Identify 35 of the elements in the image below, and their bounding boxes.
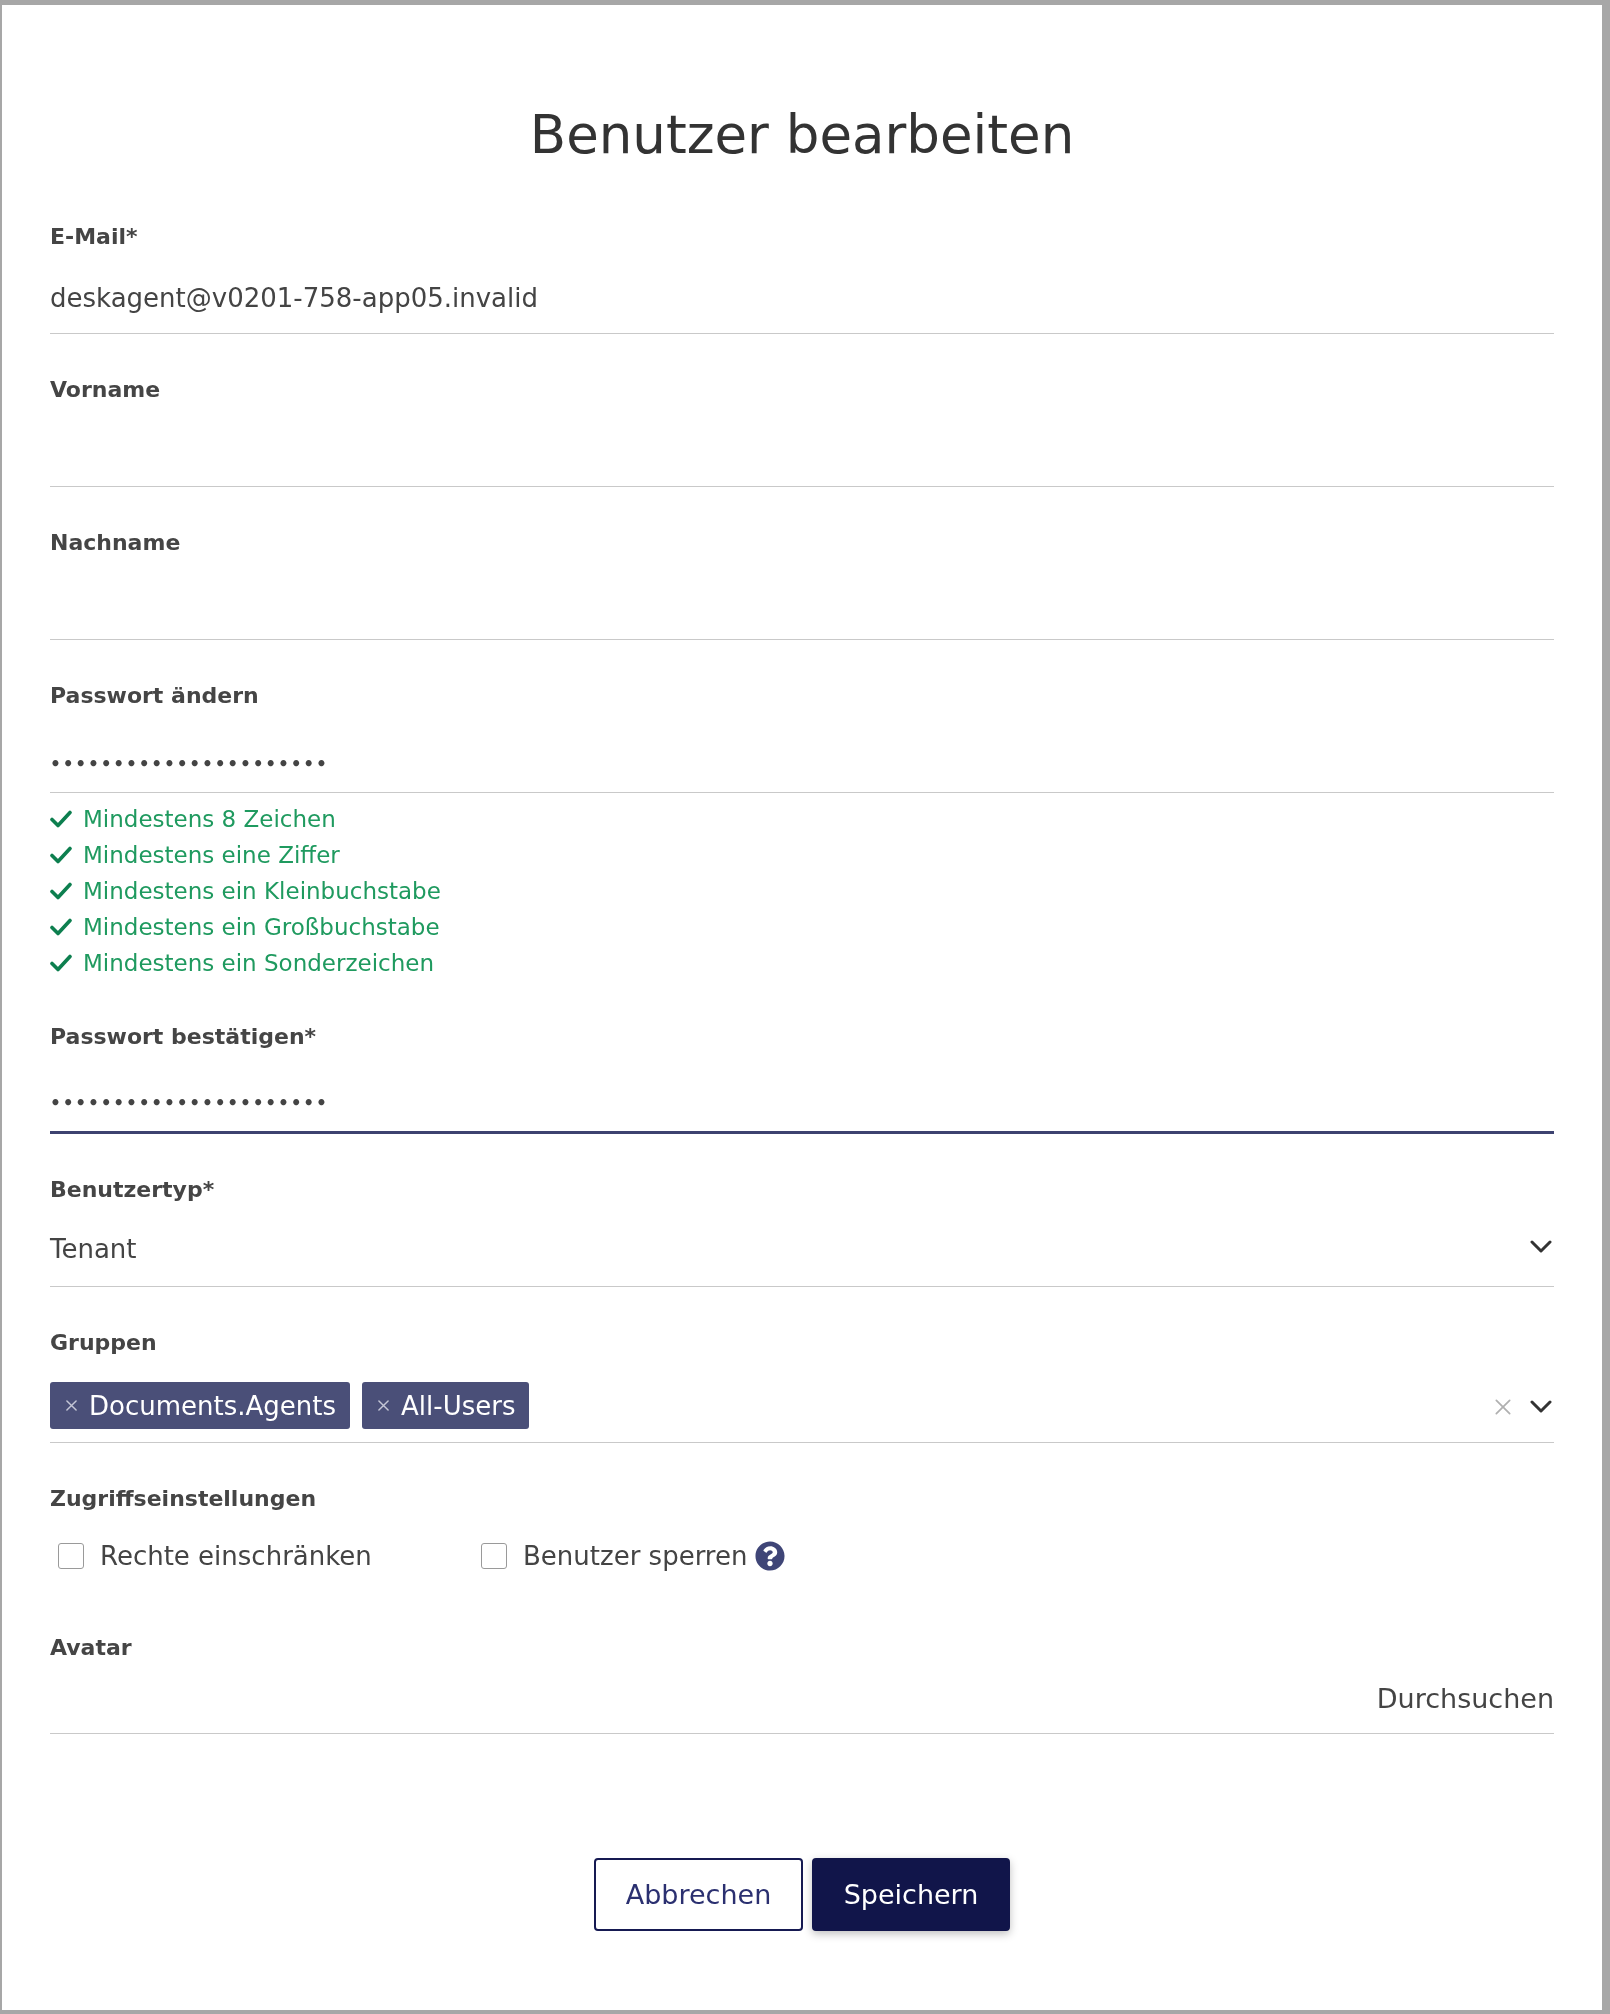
field-label: Passwort ändern — [50, 682, 259, 710]
cancel-button[interactable]: Abbrechen — [594, 1858, 803, 1931]
dropdown-field[interactable]: Tenant — [50, 1205, 1554, 1287]
group-chip[interactable]: Documents.Agents — [50, 1382, 350, 1429]
password-rule: Mindestens eine Ziffer — [83, 841, 340, 870]
browse-button[interactable]: Durchsuchen — [1376, 1682, 1554, 1716]
help-icon[interactable] — [755, 1541, 786, 1571]
checkbox[interactable] — [481, 1543, 507, 1569]
checkbox-label[interactable]: Benutzer sperren — [523, 1539, 748, 1573]
field-label: Benutzertyp* — [50, 1176, 215, 1204]
chevron-down-icon[interactable] — [1530, 1400, 1552, 1414]
password-field[interactable]: •••••••••••••••••••••• — [50, 711, 1554, 793]
field-label: Vorname — [50, 376, 161, 404]
field-label: Zugriffseinstellungen — [50, 1485, 317, 1513]
checkbox-label[interactable]: Rechte einschränken — [100, 1539, 372, 1573]
save-button[interactable]: Speichern — [812, 1858, 1010, 1931]
password-rule: Mindestens ein Großbuchstabe — [83, 913, 440, 942]
multiselect-field[interactable]: Documents.Agents All-Users — [50, 1358, 1554, 1443]
field-label: Nachname — [50, 529, 181, 557]
field-label: Gruppen — [50, 1329, 157, 1357]
field-label: Passwort bestätigen* — [50, 1023, 317, 1051]
password-field[interactable]: •••••••••••••••••••••• — [50, 1052, 1554, 1134]
remove-icon[interactable] — [66, 1400, 77, 1411]
password-rule: Mindestens ein Kleinbuchstabe — [83, 877, 441, 906]
chevron-down-icon[interactable] — [1530, 1240, 1552, 1254]
checkbox[interactable] — [58, 1543, 84, 1569]
remove-icon[interactable] — [378, 1400, 389, 1411]
field-label: Avatar — [50, 1634, 132, 1662]
password-rule: Mindestens 8 Zeichen — [83, 805, 336, 834]
group-chip[interactable]: All-Users — [362, 1382, 530, 1429]
password-rule: Mindestens ein Sonderzeichen — [83, 949, 435, 978]
field-label: E-Mail* — [50, 223, 138, 251]
text-field[interactable]: deskagent@v0201-758-app05.invalid — [50, 252, 1554, 334]
dialog-title: Benutzer bearbeiten — [529, 103, 1075, 167]
file-field[interactable]: Durchsuchen — [50, 1663, 1554, 1734]
